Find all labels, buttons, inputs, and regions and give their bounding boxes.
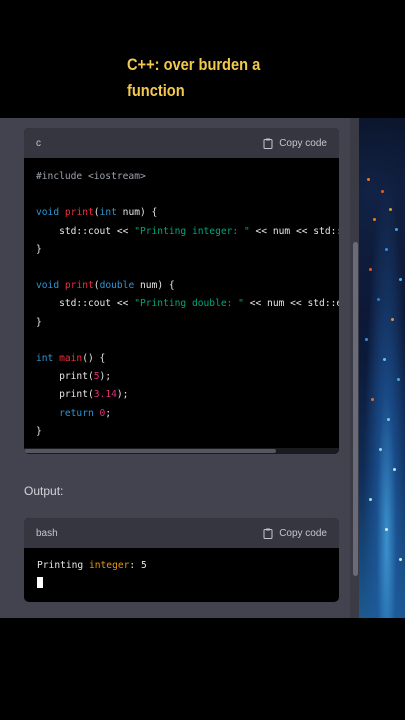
code-line: void print(double num) {: [36, 280, 175, 291]
particle-dot: [365, 338, 368, 341]
code-token: integer: [88, 560, 130, 571]
code-token: );: [99, 371, 112, 383]
particle-dot: [369, 268, 372, 271]
code-line: int main() {: [36, 353, 105, 364]
code-line: Printing integer: 5: [37, 560, 147, 571]
clipboard-icon: [263, 138, 273, 149]
code-token: : 5: [129, 560, 147, 571]
copy-code-button[interactable]: Copy code: [263, 138, 327, 149]
particle-dot: [369, 498, 372, 501]
code-token: print: [64, 280, 94, 292]
output-block: bash Copy code Printing integer: 5: [24, 518, 339, 602]
output-content: Printing integer: 5: [24, 548, 339, 602]
particle-dot: [391, 318, 394, 321]
code-line: std::cout << "Printing double: " << num …: [36, 298, 339, 309]
code-token: }: [36, 425, 42, 437]
code-token: num) {: [116, 207, 158, 219]
code-token: << num << std::endl;: [255, 225, 340, 237]
code-token: "Printing double: ": [134, 298, 244, 310]
code-token: num) {: [134, 280, 175, 292]
horizontal-scroll-thumb[interactable]: [24, 449, 276, 453]
output-block-header: bash Copy code: [24, 518, 339, 548]
particle-dot: [373, 218, 376, 221]
code-line: return 0;: [36, 408, 111, 419]
code-line: print(3.14);: [36, 389, 128, 400]
code-block: c Copy code #include <iostream> void pri…: [24, 128, 339, 454]
output-language-label: bash: [36, 527, 58, 539]
code-token: }: [36, 243, 42, 255]
code-token: print(: [36, 371, 94, 383]
code-token: "Printing integer: ": [134, 225, 250, 237]
code-token: void: [36, 207, 65, 219]
code-token: << num << std::endl;: [249, 298, 339, 310]
particle-dot: [387, 418, 390, 421]
code-line: void print(int num) {: [36, 207, 157, 218]
code-token: ;: [105, 407, 112, 419]
code-token: );: [116, 389, 129, 401]
particle-dot: [397, 378, 400, 381]
chat-screen: c Copy code #include <iostream> void pri…: [0, 118, 405, 618]
code-token: std::cout <<: [36, 298, 135, 310]
page-scroll-thumb[interactable]: [353, 242, 358, 576]
terminal-cursor: [37, 576, 43, 588]
output-heading: Output:: [24, 484, 64, 498]
particle-dot: [393, 468, 396, 471]
clipboard-icon: [263, 528, 273, 539]
code-token: print: [64, 207, 94, 219]
code-language-label: c: [36, 137, 41, 149]
copy-output-label: Copy code: [279, 527, 327, 539]
particle-dot: [399, 558, 402, 561]
code-line: }: [36, 244, 42, 255]
particle-dot: [385, 528, 388, 531]
code-line: print(5);: [36, 371, 111, 382]
code-token: int: [36, 353, 60, 365]
code-token: double: [99, 280, 135, 292]
code-token: void: [36, 280, 65, 292]
code-token: Printing: [37, 560, 89, 571]
particle-dot: [383, 358, 386, 361]
particle-dot: [381, 190, 384, 193]
code-block-header: c Copy code: [24, 128, 339, 158]
particle-dot: [395, 228, 398, 231]
background-particle-image: [359, 118, 405, 618]
particle-dot: [377, 298, 380, 301]
code-token: print(: [36, 389, 94, 401]
code-token: #include <iostream>: [36, 171, 146, 182]
code-token: std::cout <<: [36, 225, 135, 237]
particle-dot: [379, 448, 382, 451]
video-caption: C++: over burden a function: [127, 52, 299, 104]
code-token: 3.14: [93, 389, 117, 401]
code-content: #include <iostream> void print(int num) …: [24, 158, 339, 451]
horizontal-scrollbar[interactable]: [24, 448, 339, 454]
code-line: std::cout << "Printing integer: " << num…: [36, 226, 339, 237]
copy-code-label: Copy code: [279, 137, 327, 149]
code-token: main: [59, 353, 83, 365]
code-token: }: [36, 316, 42, 328]
code-token: return: [59, 407, 100, 419]
code-line: }: [36, 317, 42, 328]
particle-dot: [399, 278, 402, 281]
copy-output-button[interactable]: Copy code: [263, 528, 327, 539]
caption-line-1: C++: over burden a: [127, 55, 261, 74]
code-line: }: [36, 426, 42, 437]
particle-dot: [385, 248, 388, 251]
particle-dot: [389, 208, 392, 211]
particle-dot: [371, 398, 374, 401]
caption-line-2: function: [127, 81, 185, 100]
code-token: int: [99, 207, 117, 219]
particle-dot: [367, 178, 370, 181]
code-line: #include <iostream>: [36, 171, 146, 182]
code-token: () {: [82, 353, 106, 365]
